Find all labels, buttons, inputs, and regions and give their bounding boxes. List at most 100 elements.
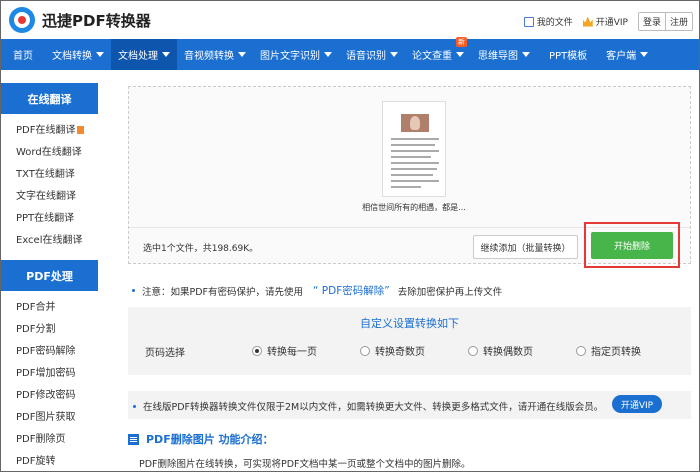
nav-label: 音视频转换 xyxy=(184,51,234,62)
thumbnail-text-line xyxy=(391,180,439,182)
sidebar: 在线翻译 PDF在线翻译 Word在线翻译 TXT在线翻译 文字在线翻译 PPT… xyxy=(1,83,98,471)
file-thumbnail[interactable] xyxy=(382,101,446,197)
main-nav: 首页 文档转换 文档处理 音视频转换 图片文字识别 语音识别 论文查重 新 思维… xyxy=(1,37,699,70)
password-notice: 注意：如果PDF有密码保护，请先使用 “ PDF密码解除” 去除加密保护再上传文… xyxy=(132,283,502,298)
sidebar-item-pdf-unlock[interactable]: PDF密码解除 xyxy=(1,341,98,363)
sidebar-item-txt-translate[interactable]: TXT在线翻译 xyxy=(1,164,98,186)
sidebar-item-text-translate[interactable]: 文字在线翻译 xyxy=(1,186,98,208)
thumbnail-text-line xyxy=(391,150,439,152)
nav-item-ppt-template[interactable]: PPT模板 xyxy=(537,39,599,70)
document-icon xyxy=(523,16,534,27)
sidebar-item-pdf-add-password[interactable]: PDF增加密码 xyxy=(1,363,98,385)
radio-every-page[interactable]: 转换每一页 xyxy=(252,343,317,358)
radio-button[interactable] xyxy=(576,345,586,356)
caret-down-icon xyxy=(456,52,464,57)
crown-icon xyxy=(582,16,593,27)
selected-file-info: 选中1个文件，共198.69K。 xyxy=(143,244,259,254)
radio-specific-pages[interactable]: 指定页转换 xyxy=(576,343,641,358)
sidebar-item-ppt-translate[interactable]: PPT在线翻译 xyxy=(1,208,98,230)
register-button[interactable]: 注册 xyxy=(664,13,692,30)
nav-item-thesis-check[interactable]: 论文查重 新 xyxy=(405,37,471,70)
sidebar-item-pdf-image-extract[interactable]: PDF图片获取 xyxy=(1,407,98,429)
app-window: 迅捷PDF转换器 我的文件 开通VIP 登录 注册 首页 文档转换 文档处理 音… xyxy=(0,0,700,472)
nav-label: 首页 xyxy=(13,51,33,62)
thumbnail-text-line xyxy=(391,156,431,158)
sidebar-item-pdf-delete-page[interactable]: PDF删除页 xyxy=(1,429,98,451)
radio-odd-pages[interactable]: 转换奇数页 xyxy=(360,343,425,358)
radio-button[interactable] xyxy=(468,345,478,356)
sidebar-item-word-translate[interactable]: Word在线翻译 xyxy=(1,142,98,164)
vip-notice: 在线版PDF转换器转换文件仅限于2M以内文件，如需转换更大文件、转换更多格式文件… xyxy=(128,391,691,419)
open-vip-link[interactable]: 开通VIP xyxy=(582,15,628,28)
my-files-link[interactable]: 我的文件 xyxy=(523,15,573,28)
bullet-icon xyxy=(133,404,136,408)
login-button[interactable]: 登录 xyxy=(638,13,665,30)
file-name: 相信世间所有的相遇，都是... xyxy=(362,203,466,212)
my-files-label: 我的文件 xyxy=(536,18,573,28)
radio-label: 转换每一页 xyxy=(267,347,317,358)
nav-item-av-convert[interactable]: 音视频转换 xyxy=(177,39,253,70)
nav-item-doc-convert[interactable]: 文档转换 xyxy=(45,39,111,70)
caret-down-icon xyxy=(96,52,104,57)
feature-intro-description: PDF删除图片在线转换，可实现将PDF文档中某一页或整个文档中的图片删除。 xyxy=(139,459,471,470)
sidebar-section-pdf: PDF处理 xyxy=(1,260,98,291)
nav-label: 语音识别 xyxy=(346,51,386,62)
sidebar-item-excel-translate[interactable]: Excel在线翻译 xyxy=(1,230,98,252)
radio-button[interactable] xyxy=(360,345,370,356)
caret-down-icon xyxy=(162,52,170,57)
caret-down-icon xyxy=(522,52,530,57)
bullet-icon xyxy=(132,289,135,292)
caret-down-icon xyxy=(390,52,398,57)
notice-prefix: 注意：如果PDF有密码保护，请先使用 xyxy=(142,286,304,298)
settings-title: 自定义设置转换如下 xyxy=(360,317,459,330)
sidebar-item-label: PDF在线翻译 xyxy=(16,125,76,136)
nav-label: 思维导图 xyxy=(478,51,518,62)
open-vip-button[interactable]: 开通VIP xyxy=(612,395,662,413)
notice-suffix: 去除加密保护再上传文件 xyxy=(397,286,503,298)
page-select-label: 页码选择 xyxy=(145,348,185,359)
radio-even-pages[interactable]: 转换偶数页 xyxy=(468,343,533,358)
thumbnail-text-line xyxy=(391,186,421,188)
sidebar-list-pdf: PDF合并 PDF分割 PDF密码解除 PDF增加密码 PDF修改密码 PDF图… xyxy=(1,291,98,471)
nav-item-client[interactable]: 客户端 xyxy=(599,39,655,70)
thumbnail-text-line xyxy=(391,144,435,146)
sidebar-item-pdf-translate[interactable]: PDF在线翻译 xyxy=(1,120,98,142)
radio-label: 转换奇数页 xyxy=(375,347,425,358)
new-badge: 新 xyxy=(456,37,467,47)
thumbnail-text-line xyxy=(391,162,439,164)
pdf-unlock-link[interactable]: “ PDF密码解除” xyxy=(313,283,390,298)
top-links: 我的文件 开通VIP 登录 注册 xyxy=(523,12,693,31)
radio-label: 指定页转换 xyxy=(591,347,641,358)
nav-label: 论文查重 xyxy=(412,51,452,62)
nav-item-doc-process[interactable]: 文档处理 xyxy=(111,39,177,70)
sidebar-item-pdf-rotate[interactable]: PDF旋转 xyxy=(1,451,98,471)
sidebar-item-pdf-merge[interactable]: PDF合并 xyxy=(1,297,98,319)
nav-label: 图片文字识别 xyxy=(260,51,320,62)
continue-add-button[interactable]: 继续添加（批量转换） xyxy=(473,235,578,259)
nav-item-ocr[interactable]: 图片文字识别 xyxy=(253,39,339,70)
thumbnail-photo xyxy=(401,114,429,132)
thumbnail-text-line xyxy=(391,174,433,176)
nav-item-home[interactable]: 首页 xyxy=(1,39,45,70)
auth-buttons: 登录 注册 xyxy=(637,12,693,31)
thumbnail-text-line xyxy=(391,138,439,140)
sidebar-list-translate: PDF在线翻译 Word在线翻译 TXT在线翻译 文字在线翻译 PPT在线翻译 … xyxy=(1,114,98,252)
vip-notice-label: 在线版PDF转换器转换文件仅限于2M以内文件，如需转换更大文件、转换更多格式文件… xyxy=(143,402,604,413)
nav-label: 客户端 xyxy=(606,51,637,62)
nav-label: 文档处理 xyxy=(118,51,158,62)
vip-notice-text: 在线版PDF转换器转换文件仅限于2M以内文件，如需转换更大文件、转换更多格式文件… xyxy=(133,399,603,413)
radio-label: 转换偶数页 xyxy=(483,347,533,358)
pdf-badge-icon xyxy=(77,126,85,134)
start-delete-button[interactable]: 开始删除 xyxy=(591,232,673,259)
brand-logo[interactable]: 迅捷PDF转换器 xyxy=(9,7,151,33)
nav-label: PPT模板 xyxy=(549,51,588,62)
nav-item-mindmap[interactable]: 思维导图 xyxy=(471,39,537,70)
sidebar-section-translate: 在线翻译 xyxy=(1,83,98,114)
top-bar: 迅捷PDF转换器 我的文件 开通VIP 登录 注册 xyxy=(1,1,699,39)
sidebar-item-pdf-split[interactable]: PDF分割 xyxy=(1,319,98,341)
logo-icon xyxy=(9,7,35,33)
radio-button[interactable] xyxy=(252,345,262,356)
nav-item-speech[interactable]: 语音识别 xyxy=(339,39,405,70)
sidebar-item-pdf-change-password[interactable]: PDF修改密码 xyxy=(1,385,98,407)
feature-intro-heading: PDF删除图片 功能介绍： xyxy=(128,431,274,447)
